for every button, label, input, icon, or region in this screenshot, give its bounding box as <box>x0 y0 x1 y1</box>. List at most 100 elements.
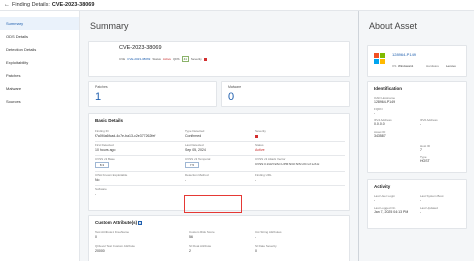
id-value: 0.0.0.0 <box>374 122 385 126</box>
patches-count[interactable]: 1 <box>95 91 101 103</box>
status-value: Active <box>162 57 172 61</box>
nav-item-malware[interactable]: Malware <box>0 82 79 95</box>
status-field-value: Active <box>255 148 265 152</box>
qds-label: QDS <box>173 57 180 61</box>
custom-attr-value: 20000 <box>95 249 105 253</box>
software-value: - <box>95 192 97 196</box>
activity-label: Last Updated <box>420 206 438 210</box>
cve-title: CVE-2023-38069 <box>119 45 162 51</box>
finding-url-label: Finding URL <box>255 173 272 177</box>
custom-attributes-title: Custom Attribute(s) i <box>95 220 143 225</box>
activity-value: - <box>374 198 376 202</box>
nav-item-detection-details[interactable]: Detection Details <box>0 43 79 56</box>
severity-field-label: Severity <box>255 129 266 133</box>
malware-card[interactable]: Malware 0 <box>221 81 350 107</box>
activity-card: Activity Last User Login - Last System B… <box>367 179 467 229</box>
cvss-base-label: CVSS v3 Base <box>95 157 115 161</box>
custom-attr-value: 0 <box>95 235 97 239</box>
id-value: 7 <box>420 148 422 152</box>
cve-label: CVE <box>119 57 126 61</box>
about-asset-panel: About Asset 128964-P149 OS Windows11 Har… <box>359 11 474 261</box>
activity-title: Activity <box>374 184 391 189</box>
type-detected-value: Confirmed <box>185 134 202 138</box>
os-value: Windows11 <box>398 64 414 68</box>
qds-badge: 41 <box>181 56 189 62</box>
asset-name-link[interactable]: 128964-P149 <box>392 52 416 57</box>
custom-attr-label: Test Attribute1 FreeName <box>95 230 130 234</box>
last-detected-value: Sep 05, 2024 <box>185 148 206 152</box>
custom-attributes-card: Custom Attribute(s) i Test Attribute1 Fre… <box>88 215 350 261</box>
status-label: Status <box>152 57 161 61</box>
custom-attr-value: 2 <box>189 249 191 253</box>
custom-risk-score-label: Custom Risk Score <box>189 230 215 234</box>
patches-label: Patches <box>95 85 108 89</box>
finding-id-label: Finding ID <box>95 129 109 133</box>
malware-label: Malware <box>228 85 242 89</box>
activity-value: Jan 7, 2025 04:13 PM <box>374 210 409 214</box>
custom-attr-label: SI Float Attribute <box>189 244 212 248</box>
top-bar: ← Finding Details: CVE-2023-38069 <box>0 0 474 11</box>
cvss-vector-value: CVSS:3.1/AV:N/AC:L/PR:N/UI:N/S:U/C:L/I:L… <box>255 162 320 166</box>
cve-header-card: CVE-2023-38069 CVE CVE-2023-38069 Status… <box>88 41 350 77</box>
asset-card: 128964-P149 OS Windows11 Hardware Lenovo <box>367 45 467 77</box>
finding-url-value: - <box>255 178 257 182</box>
hardware-label: Hardware <box>426 64 440 68</box>
detection-method-value: - <box>185 178 187 182</box>
malware-count[interactable]: 0 <box>228 91 234 103</box>
cisa-value: No <box>95 178 100 182</box>
first-detected-value: 10 hours ago <box>95 148 116 152</box>
software-label: Software <box>95 187 107 191</box>
nav-item-patches[interactable]: Patches <box>0 69 79 82</box>
custom-attr-value: 0 <box>255 249 257 253</box>
divider <box>95 155 345 156</box>
custom-attr-label: Cst String Attributes <box>255 230 282 234</box>
cvss-temporal-value: 7.5 <box>185 162 199 168</box>
arrow-left-icon[interactable]: ← <box>4 2 12 8</box>
id-value: 128964-P149 <box>374 100 396 104</box>
id-value: HOST <box>420 159 430 163</box>
id-label: FQDN <box>374 107 383 111</box>
risk-score-highlight <box>184 195 242 213</box>
nav-item-sources[interactable]: Sources <box>0 95 79 108</box>
nav-item-ods-details[interactable]: ODS Details <box>0 30 79 43</box>
divider <box>95 141 345 142</box>
windows-icon <box>374 53 386 65</box>
identification-card: Identification OAD Hostname 128964-P149 … <box>367 81 467 173</box>
custom-attr-label: QClevel Test Custom Attribute <box>95 244 135 248</box>
cisa-label: CISA Known Exploitable <box>95 173 128 177</box>
left-nav: Summary ODS Details Detection Details Ex… <box>0 11 80 261</box>
breadcrumb-cve: CVE-2023-38069 <box>51 2 95 8</box>
divider <box>95 185 345 186</box>
activity-value: - <box>420 198 422 202</box>
custom-risk-score-value: 56 <box>189 235 193 239</box>
detection-method-label: Detection Method <box>185 173 209 177</box>
first-detected-label: First Detected <box>95 143 114 147</box>
hardware-value: Lenovo <box>446 64 456 68</box>
breadcrumb-label: Finding Details: <box>12 2 50 8</box>
activity-label: Last System Boot <box>420 194 444 198</box>
type-detected-label: Type Detected <box>185 129 205 133</box>
severity-label: Severity <box>190 57 202 61</box>
finding-id-value: f7a0f4a6fcad-4c7e-ba13-c2e377262fef <box>95 134 156 138</box>
os-label: OS <box>392 64 397 68</box>
info-icon[interactable]: i <box>138 220 143 225</box>
cvss-base-value: 8.3 <box>95 162 109 168</box>
id-value: 343587 <box>374 134 386 138</box>
cvss-temporal-label: CVSS v3 Temporal <box>185 157 211 161</box>
main-panel: Summary CVE-2023-38069 CVE CVE-2023-3806… <box>80 11 358 261</box>
activity-label: Last User Login <box>374 194 396 198</box>
last-detected-label: Last Detected <box>185 143 204 147</box>
nav-item-exploitability[interactable]: Exploitability <box>0 56 79 69</box>
id-value: - <box>374 111 376 115</box>
cve-link[interactable]: CVE-2023-38069 <box>127 57 150 61</box>
id-label: IPv6 Address <box>420 118 438 122</box>
identification-title: Identification <box>374 86 402 91</box>
id-value: - <box>420 122 422 126</box>
cvss-vector-label: CVSS v3 Attack Vector <box>255 157 286 161</box>
severity-icon <box>255 135 258 138</box>
custom-attributes-title-text: Custom Attribute(s) <box>95 220 138 225</box>
patches-card[interactable]: Patches 1 <box>88 81 217 107</box>
nav-item-summary[interactable]: Summary <box>0 17 79 30</box>
divider <box>95 171 345 172</box>
basic-details-title: Basic Details <box>95 118 124 123</box>
